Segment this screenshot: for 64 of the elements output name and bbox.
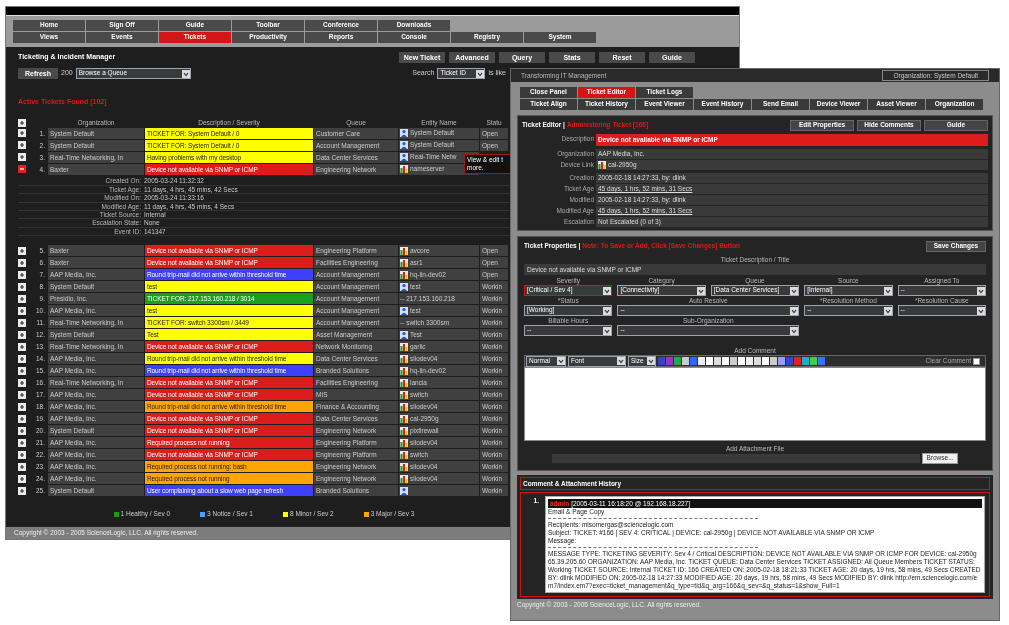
caret-icon <box>790 326 799 335</box>
expand-icon[interactable] <box>18 246 26 255</box>
device-status-icon <box>400 438 408 447</box>
expand-icon[interactable] <box>18 306 26 315</box>
user-icon <box>400 486 408 495</box>
expand-icon[interactable] <box>18 258 26 267</box>
caret-icon <box>790 286 799 295</box>
expand-icon[interactable] <box>18 129 26 137</box>
expand-icon[interactable] <box>18 270 26 279</box>
expand-icon[interactable] <box>18 402 26 411</box>
caret-icon <box>181 69 190 78</box>
formatting-toolbar-drawing[interactable] <box>658 357 825 365</box>
device-status-icon <box>400 450 408 459</box>
device-status-icon <box>400 354 408 363</box>
device-status-icon <box>400 414 408 423</box>
device-status-icon <box>400 390 408 399</box>
caret-icon <box>603 326 612 335</box>
expand-icon[interactable] <box>18 342 26 351</box>
expand-icon[interactable] <box>18 366 26 375</box>
expand-icon[interactable] <box>18 141 26 149</box>
caret-icon <box>603 286 612 295</box>
expand-icon[interactable] <box>18 294 26 303</box>
expand-icon[interactable] <box>18 486 26 495</box>
user-icon <box>400 153 408 161</box>
device-status-icon <box>598 161 606 169</box>
device-status-icon <box>400 258 408 267</box>
device-status-icon <box>400 270 408 279</box>
expand-icon[interactable] <box>18 354 26 363</box>
expand-icon[interactable] <box>18 438 26 447</box>
device-status-icon <box>400 246 408 255</box>
expand-icon[interactable] <box>18 462 26 471</box>
caret-icon <box>790 306 799 315</box>
device-status-icon <box>400 474 408 483</box>
caret-icon <box>883 286 892 295</box>
device-status-icon <box>400 342 408 351</box>
expand-icon[interactable] <box>18 390 26 399</box>
expand-all-icon[interactable] <box>18 118 26 127</box>
device-status-icon <box>400 402 408 411</box>
expand-icon[interactable] <box>18 474 26 483</box>
expand-icon[interactable] <box>18 378 26 387</box>
caret-icon <box>476 69 485 78</box>
expand-icon[interactable] <box>18 450 26 459</box>
user-icon <box>400 282 408 291</box>
user-icon <box>400 141 408 149</box>
expand-icon[interactable] <box>18 318 26 327</box>
caret-icon <box>977 306 985 315</box>
caret-icon <box>603 306 612 315</box>
device-status-icon <box>400 426 408 435</box>
device-status-icon <box>400 462 408 471</box>
expand-icon[interactable] <box>18 414 26 423</box>
device-status-icon <box>400 165 408 173</box>
expand-icon[interactable] <box>18 426 26 435</box>
user-icon <box>400 330 408 339</box>
device-status-icon <box>400 378 408 387</box>
expand-icon[interactable] <box>18 282 26 291</box>
caret-icon <box>696 286 705 295</box>
device-status-icon <box>400 366 408 375</box>
clear-comment-checkbox[interactable] <box>973 357 980 365</box>
expand-icon[interactable] <box>18 153 26 161</box>
caret-icon <box>883 306 892 315</box>
user-icon <box>400 306 408 315</box>
caret-icon <box>977 286 985 295</box>
user-icon <box>400 129 408 137</box>
expand-icon[interactable] <box>18 330 26 339</box>
